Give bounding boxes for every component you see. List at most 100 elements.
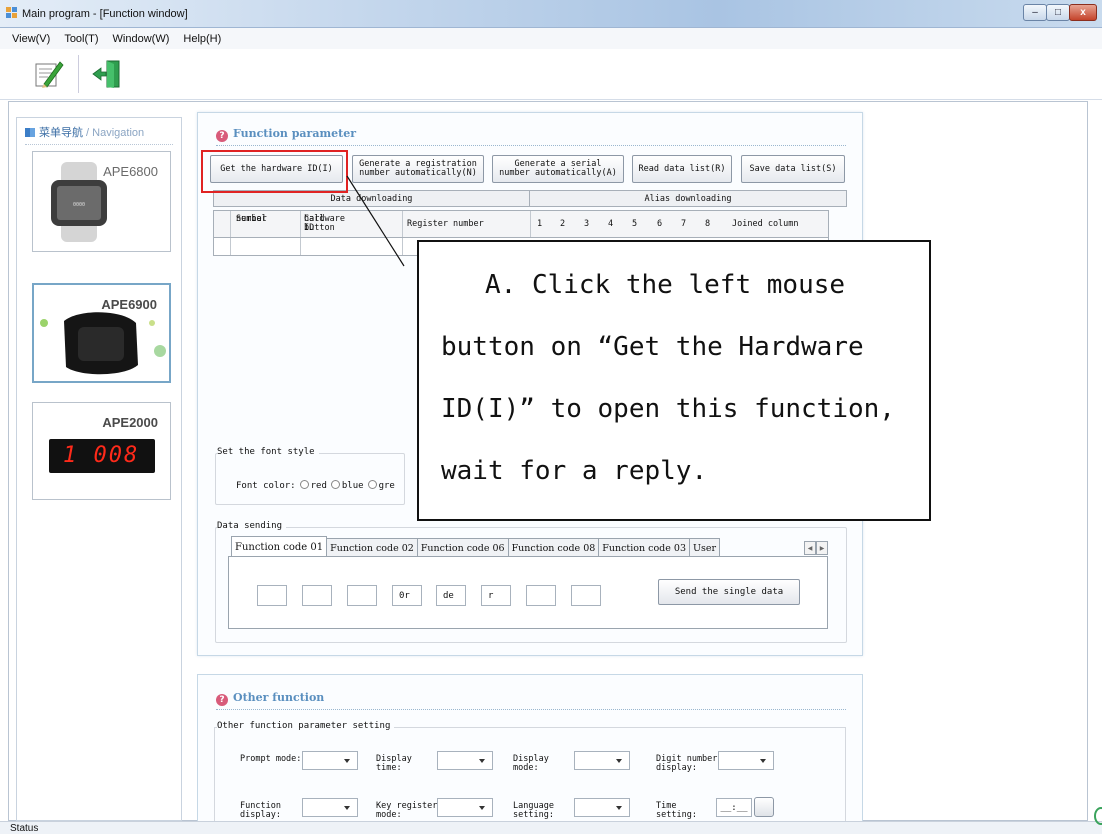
- display-mode-label: Display mode:: [513, 755, 549, 773]
- svg-text:0000: 0000: [73, 202, 85, 208]
- nav-card-label: APE6800: [103, 164, 158, 179]
- label-line-2: mode:: [376, 810, 402, 820]
- prompt-mode-select[interactable]: [302, 751, 358, 770]
- toolbar-separator: [78, 55, 79, 93]
- col-alias-4[interactable]: 4: [608, 220, 613, 229]
- section-divider: [216, 145, 846, 146]
- close-button[interactable]: x: [1069, 4, 1097, 21]
- scroll-indicator-icon[interactable]: [1094, 807, 1102, 825]
- col-alias-1[interactable]: 1: [537, 220, 542, 229]
- col-register-number[interactable]: Register number: [407, 220, 484, 229]
- alias-downloading-header: Alias downloading: [644, 193, 732, 204]
- instruction-callout: A. Click the left mouse button on “Get t…: [417, 240, 931, 521]
- function-parameter-title-text: Function parameter: [233, 127, 356, 140]
- tab-function-code-03[interactable]: Function code 03: [598, 538, 690, 557]
- other-function-title-text: Other function: [233, 691, 325, 704]
- col-line-2: hardware ID: [304, 214, 345, 233]
- display-time-select[interactable]: [437, 751, 493, 770]
- send-single-data-button[interactable]: Send the single data: [658, 579, 800, 605]
- send-field-4[interactable]: 0r: [392, 585, 422, 606]
- language-setting-select[interactable]: [574, 798, 630, 817]
- tab-function-code-01[interactable]: Function code 01: [231, 536, 328, 557]
- send-field-3[interactable]: [347, 585, 377, 606]
- exit-tool-button[interactable]: [88, 55, 126, 93]
- col-alias-6[interactable]: 6: [657, 220, 662, 229]
- tab-scroll-right-icon[interactable]: ▶: [816, 541, 828, 555]
- menu-help[interactable]: Help(H): [177, 33, 227, 45]
- label-line-2: mode:: [513, 763, 539, 773]
- function-display-label: Function display:: [240, 802, 281, 820]
- time-spinner-button[interactable]: [754, 797, 774, 817]
- tab-scroll-left-icon[interactable]: ◀: [804, 541, 816, 555]
- send-field-5[interactable]: de: [436, 585, 466, 606]
- navigation-panel: 菜单导航 / Navigation 0000 APE6800 APE6900 A…: [16, 117, 182, 821]
- callout-line-2: button on “Get the Hardware: [441, 332, 864, 362]
- time-setting-label: Time setting:: [656, 802, 697, 820]
- send-field-7[interactable]: [526, 585, 556, 606]
- font-color-red-radio[interactable]: red: [299, 480, 327, 491]
- edit-icon: [35, 61, 64, 88]
- exit-icon: [92, 60, 120, 88]
- generate-serial-button[interactable]: Generate a serial number automatically(A…: [492, 155, 624, 183]
- menu-bar: View(V) Tool(T) Window(W) Help(H): [0, 28, 1102, 49]
- col-alias-7[interactable]: 7: [681, 220, 686, 229]
- window-title: Main program - [Function window]: [22, 8, 188, 20]
- col-alias-8[interactable]: 8: [705, 220, 710, 229]
- send-field-6[interactable]: r: [481, 585, 511, 606]
- other-function-panel: ? Other function Other function parameter…: [197, 674, 863, 827]
- display-time-label: Display time:: [376, 755, 412, 773]
- minimize-button[interactable]: –: [1023, 4, 1047, 21]
- digit-number-display-select[interactable]: [718, 751, 774, 770]
- menu-view[interactable]: View(V): [6, 33, 56, 45]
- display-mode-select[interactable]: [574, 751, 630, 770]
- help-icon: ?: [216, 130, 228, 142]
- nav-card-ape6800[interactable]: 0000 APE6800: [32, 151, 171, 252]
- font-color-blue-radio[interactable]: blue: [330, 480, 364, 491]
- highlight-box: [201, 150, 348, 193]
- callout-line-4: wait for a reply.: [441, 456, 708, 486]
- send-field-2[interactable]: [302, 585, 332, 606]
- nav-card-ape6900[interactable]: APE6900: [32, 283, 171, 383]
- read-data-list-button[interactable]: Read data list(R): [632, 155, 732, 183]
- save-data-list-button[interactable]: Save data list(S): [741, 155, 845, 183]
- col-joined-column[interactable]: Joined column: [732, 220, 799, 229]
- led-display-value: 1 008: [63, 443, 140, 468]
- send-field-8[interactable]: [571, 585, 601, 606]
- time-setting-input[interactable]: __:__: [716, 798, 752, 817]
- col-alias-2[interactable]: 2: [560, 220, 565, 229]
- label-line-2: time:: [376, 763, 402, 773]
- font-color-green-radio[interactable]: gre: [367, 480, 395, 491]
- key-register-mode-select[interactable]: [437, 798, 493, 817]
- digit-number-display-label: Digit number display:: [656, 755, 717, 773]
- navigation-title-cn: 菜单导航: [39, 127, 83, 139]
- menu-grid-icon: [25, 128, 35, 137]
- button-line-2: number automatically(A): [499, 168, 617, 178]
- radio-label: red: [310, 481, 327, 491]
- edit-tool-button[interactable]: [30, 55, 68, 93]
- radio-label: gre: [378, 481, 395, 491]
- tab-user[interactable]: User: [689, 538, 721, 557]
- nav-card-ape2000[interactable]: APE2000 1 008: [32, 402, 171, 500]
- section-divider: [216, 709, 846, 710]
- tab-function-code-06[interactable]: Function code 06: [416, 538, 509, 557]
- menu-tool[interactable]: Tool(T): [58, 33, 104, 45]
- status-bar: Status: [0, 821, 1102, 834]
- title-bar: Main program - [Function window] – □ x: [0, 0, 1102, 28]
- function-display-select[interactable]: [302, 798, 358, 817]
- led-display: 1 008: [49, 439, 155, 473]
- menu-window[interactable]: Window(W): [107, 33, 176, 45]
- key-register-mode-label: Key register mode:: [376, 802, 437, 820]
- tab-function-code-02[interactable]: Function code 02: [326, 538, 418, 557]
- navigation-title: 菜单导航 / Navigation: [25, 124, 144, 140]
- maximize-button[interactable]: □: [1046, 4, 1070, 21]
- col-line-2: number: [236, 214, 267, 224]
- generate-registration-button[interactable]: Generate a registration number automatic…: [352, 155, 484, 183]
- app-icon: [6, 7, 17, 18]
- nav-divider: [25, 144, 173, 145]
- help-icon: ?: [216, 694, 228, 706]
- tab-function-code-08[interactable]: Function code 08: [507, 538, 600, 557]
- callout-line-1: A. Click the left mouse: [485, 270, 846, 300]
- send-field-1[interactable]: [257, 585, 287, 606]
- col-alias-5[interactable]: 5: [632, 220, 637, 229]
- col-alias-3[interactable]: 3: [584, 220, 589, 229]
